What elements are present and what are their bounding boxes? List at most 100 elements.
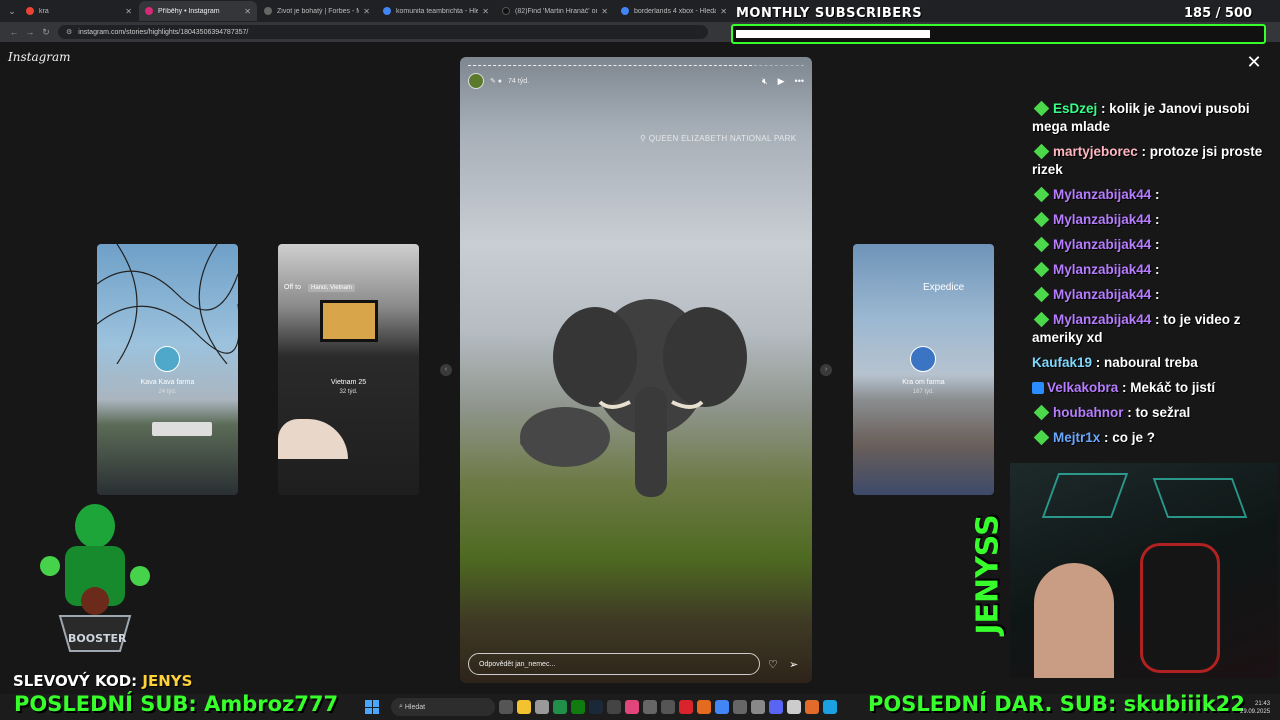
address-bar[interactable]: ⚙ instagram.com/stories/highlights/18043… [58,25,708,39]
chat-username[interactable]: Mylanzabijak44 [1053,187,1151,202]
send-icon[interactable]: ➢ [789,658,798,671]
previous-story-button[interactable]: ‹ [440,364,452,376]
story-preview-kratom[interactable]: Expedice Kra om farma 167 týd. [853,244,994,495]
chat-username[interactable]: Mylanzabijak44 [1053,237,1151,252]
next-story-button[interactable]: › [820,364,832,376]
chat-username[interactable]: EsDzej [1053,101,1097,116]
diamond-badge-icon [1033,429,1050,446]
story-preview-time: 167 týd. [912,389,935,395]
app-icon[interactable] [535,700,549,714]
browser-tabbar: ⌄ kra ✕ Příběhy • Instagram ✕ Život je boh… [0,0,1280,22]
close-icon[interactable]: ✕ [601,7,608,16]
site-info-icon[interactable]: ⚙ [66,28,72,36]
discount-label: SLEVOVÝ KOD: [13,672,143,690]
edge-icon[interactable] [823,700,837,714]
opera-icon[interactable] [679,700,693,714]
clock-time: 21:43 [1255,701,1271,707]
app-icon[interactable] [643,700,657,714]
chat-username[interactable]: houbahnor [1053,405,1124,420]
chat-username[interactable]: Velkakobra [1047,380,1118,395]
subscriber-goal-count: 185 / 500 [1184,6,1253,21]
forward-icon[interactable]: → [22,27,38,37]
back-icon[interactable]: ← [6,27,22,37]
music-icon[interactable] [625,700,639,714]
booster-mascot-graphic: BOOSTER [40,504,150,652]
chat-username[interactable]: Kaufak19 [1032,355,1092,370]
main-story[interactable]: ✎ ● 74 týd. 🔇︎ ▶ ••• Odpovědět jan_nemec… [460,57,812,683]
chat-username[interactable]: Mylanzabijak44 [1053,262,1151,277]
chat-username[interactable]: Mylanzabijak44 [1053,312,1151,327]
file-explorer-icon[interactable] [517,700,531,714]
tab-2[interactable]: Život je bohatý | Forbes - Mag✕ [258,1,376,21]
streamer-name-text: JENYSS [970,513,1006,635]
taskbar-search[interactable]: ⌕ Hledat [391,698,495,716]
screen: ⌄ kra ✕ Příběhy • Instagram ✕ Život je boh… [0,0,1280,720]
hand-shape [278,419,348,459]
app-icon[interactable] [661,700,675,714]
tab-5[interactable]: borderlands 4 xbox - Hledat Go✕ [615,1,733,21]
app-icon[interactable] [751,700,765,714]
steam-icon[interactable] [589,700,603,714]
chat-message: Mylanzabijak44 : [1032,186,1272,204]
flight-map-screen [320,300,378,342]
heart-icon[interactable]: ♡ [768,658,778,671]
chat-username[interactable]: martyjeborec [1053,144,1138,159]
reply-input[interactable]: Odpovědět jan_nemec... [468,653,760,675]
app-icon[interactable] [733,700,747,714]
favicon-icon [383,7,391,15]
story-tag: Off to [284,284,301,291]
chat-username[interactable]: Mylanzabijak44 [1053,287,1151,302]
chat-message: Mylanzabijak44 : to je video z ameriky x… [1032,311,1272,347]
close-icon[interactable]: ✕ [244,7,251,16]
chat-text: : [1151,262,1160,277]
close-icon[interactable]: ✕ [125,7,132,16]
close-icon[interactable]: ✕ [363,7,370,16]
diamond-badge-icon [1033,404,1050,421]
tab-3[interactable]: komunita teambrichta - Hledat✕ [377,1,495,21]
tab-title: borderlands 4 xbox - Hledat Go [634,7,717,15]
subscriber-badge-icon [1032,382,1044,394]
subscriber-goal-title: MONTHLY SUBSCRIBERS [736,6,923,21]
app-icon[interactable] [697,700,711,714]
tab-search-icon[interactable]: ⌄ [4,3,20,19]
story-avatar [154,346,180,372]
story-preview-kava[interactable]: Kava Kava farma 24 týd. [97,244,238,495]
chat-message: Mejtr1x : co je ? [1032,429,1272,447]
app-icon[interactable] [805,700,819,714]
story-preview-vietnam[interactable]: Off to Hanoi, Vietnam Vietnam 25 32 týd. [278,244,419,495]
tab-1[interactable]: Příběhy • Instagram ✕ [139,1,257,21]
xbox-icon[interactable] [571,700,585,714]
subscriber-goal-fill [736,30,930,38]
gaming-chair [1140,543,1220,673]
chat-message: houbahnor : to sežral [1032,404,1272,422]
app-icon[interactable] [607,700,621,714]
clock-date: 29.09.2025 [1240,709,1271,715]
close-icon[interactable]: ✕ [720,7,727,16]
instagram-logo[interactable]: Instagram [8,50,71,64]
task-view-icon[interactable] [499,700,513,714]
system-clock: 21:43 29.09.2025 [1240,700,1270,716]
excel-icon[interactable] [553,700,567,714]
taskbar-search-label: Hledat [404,703,426,711]
discord-icon[interactable] [769,700,783,714]
location-sticker[interactable]: ⚲ QUEEN ELIZABETH NATIONAL PARK [640,134,796,143]
chrome-icon[interactable] [715,700,729,714]
booster-logo-text: BOOSTER [68,632,127,645]
tab-4[interactable]: (82)Find 'Martin Hranáč' on Tik ✕ [496,1,614,21]
chat-username[interactable]: Mylanzabijak44 [1053,212,1151,227]
chat-text: : to sežral [1123,405,1191,420]
url-text: instagram.com/stories/highlights/1804350… [78,28,249,36]
windows-start-icon[interactable] [365,700,379,714]
close-icon[interactable]: ✕ [482,7,489,16]
favicon-icon [621,7,629,15]
favicon-icon [502,7,510,15]
tab-0[interactable]: kra ✕ [20,1,138,21]
chat-username[interactable]: Mejtr1x [1053,430,1100,445]
favicon-icon [145,7,153,15]
app-icon[interactable] [787,700,801,714]
close-story-button[interactable]: ✕ [1243,51,1265,73]
story-tag: Expedice [923,282,965,293]
reload-icon[interactable]: ↻ [38,27,54,38]
diamond-badge-icon [1033,236,1050,253]
chat-text: : [1151,212,1160,227]
